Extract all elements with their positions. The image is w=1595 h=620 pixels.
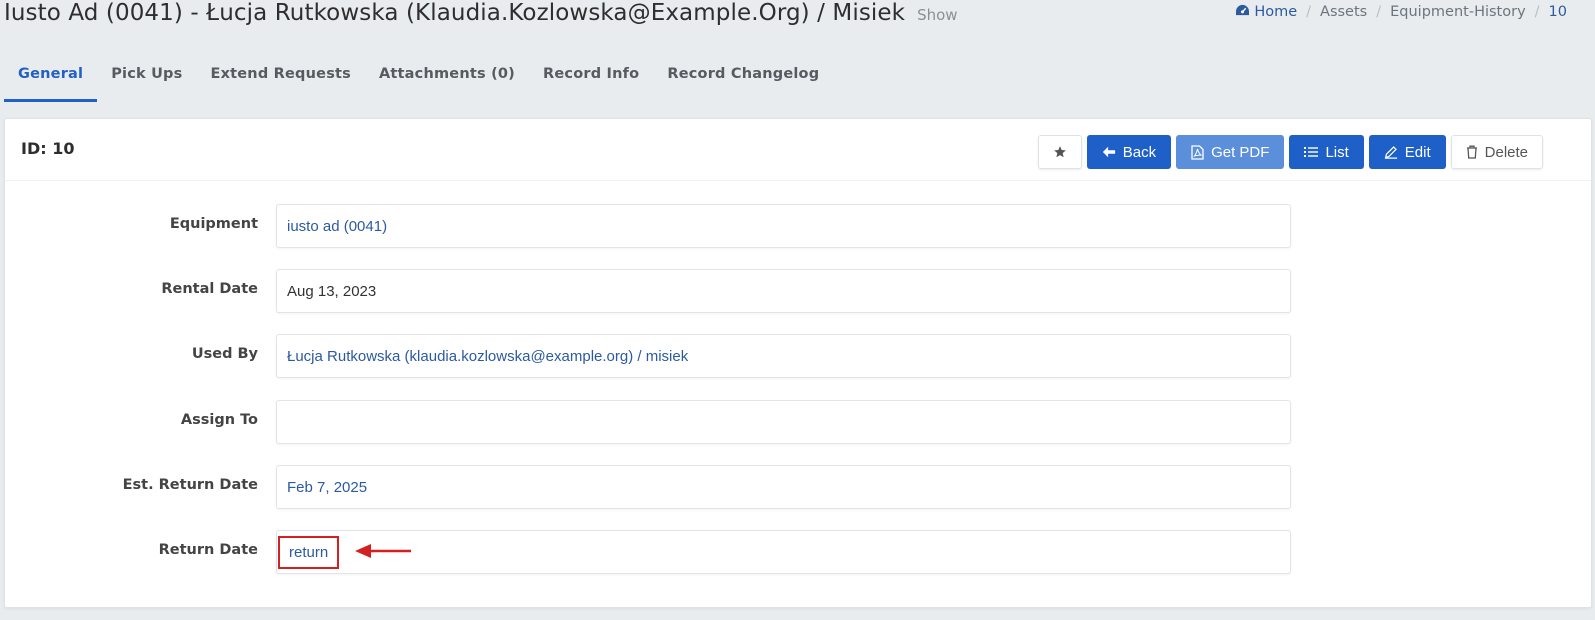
tab-attachments[interactable]: Attachments (0): [365, 54, 529, 102]
form-row-equipment: Equipment iusto ad (0041): [5, 204, 1593, 248]
trash-icon: [1466, 145, 1477, 159]
card-header: ID: 10 Back Get PDF List Edit Delete: [5, 119, 1591, 181]
breadcrumb-separator: /: [1376, 4, 1382, 20]
get-pdf-button[interactable]: Get PDF: [1176, 135, 1285, 169]
est-return-date-value: Feb 7, 2025: [287, 478, 368, 496]
breadcrumb-current[interactable]: 10: [1549, 4, 1567, 20]
delete-button-label: Delete: [1484, 143, 1528, 161]
form-row-assign-to: Assign To: [5, 400, 1593, 444]
page: Iusto Ad (0041) - Łucja Rutkowska (Klaud…: [0, 0, 1595, 620]
tab-general[interactable]: General: [4, 54, 98, 102]
form-row-used-by: Used By Łucja Rutkowska (klaudia.kozlows…: [5, 334, 1593, 378]
get-pdf-button-label: Get PDF: [1211, 143, 1270, 161]
delete-button[interactable]: Delete: [1450, 135, 1543, 169]
rental-date-field: Aug 13, 2023: [276, 269, 1291, 313]
record-card: ID: 10 Back Get PDF List Edit Delete Equ…: [4, 118, 1592, 608]
page-header: Iusto Ad (0041) - Łucja Rutkowska (Klaud…: [4, 0, 958, 34]
breadcrumb: Home / Assets / Equipment-History / 10: [1235, 4, 1567, 20]
tab-record-info[interactable]: Record Info: [529, 54, 653, 102]
form-row-rental-date: Rental Date Aug 13, 2023: [5, 269, 1593, 313]
field-label: Used By: [191, 346, 258, 362]
field-label: Rental Date: [161, 281, 258, 297]
equipment-link[interactable]: iusto ad (0041): [287, 218, 387, 235]
pdf-file-icon: [1191, 144, 1204, 160]
field-label: Est. Return Date: [122, 477, 258, 493]
record-id: ID: 10: [21, 139, 75, 158]
tab-pick-ups[interactable]: Pick Ups: [97, 54, 196, 102]
page-subtitle: Show: [917, 6, 958, 24]
edit-button[interactable]: Edit: [1368, 135, 1446, 169]
breadcrumb-separator: /: [1306, 4, 1312, 20]
tab-record-changelog[interactable]: Record Changelog: [653, 54, 833, 102]
field-label: Assign To: [180, 412, 258, 428]
tab-extend-requests[interactable]: Extend Requests: [196, 54, 365, 102]
pencil-icon: [1384, 146, 1397, 159]
breadcrumb-assets[interactable]: Assets: [1320, 4, 1367, 20]
tab-bar: General Pick Ups Extend Requests Attachm…: [4, 54, 833, 102]
breadcrumb-home[interactable]: Home: [1235, 4, 1297, 20]
equipment-field: iusto ad (0041): [276, 204, 1291, 248]
back-button[interactable]: Back: [1086, 135, 1172, 169]
arrow-left-icon: [1102, 146, 1115, 158]
favorite-button[interactable]: [1037, 135, 1082, 169]
field-label: Return Date: [158, 542, 258, 558]
assign-to-field: [276, 400, 1291, 444]
rental-date-value: Aug 13, 2023: [287, 282, 377, 300]
est-return-date-field: Feb 7, 2025: [276, 465, 1291, 509]
list-button-label: List: [1325, 143, 1349, 161]
breadcrumb-separator: /: [1534, 4, 1540, 20]
breadcrumb-equipment-history[interactable]: Equipment-History: [1390, 4, 1526, 20]
form-row-return-date: Return Date return: [5, 530, 1593, 574]
list-icon: [1304, 147, 1319, 157]
dashboard-icon: [1236, 4, 1250, 16]
return-date-field: return: [276, 530, 1291, 574]
edit-button-label: Edit: [1404, 143, 1431, 161]
action-toolbar: Back Get PDF List Edit Delete: [1037, 135, 1543, 169]
form-row-est-return-date: Est. Return Date Feb 7, 2025: [5, 465, 1593, 509]
arrow-left-icon: [355, 544, 411, 558]
field-label: Equipment: [169, 216, 258, 232]
return-date-value[interactable]: return: [278, 535, 340, 569]
used-by-field: Łucja Rutkowska (klaudia.kozlowska@examp…: [276, 334, 1291, 378]
star-icon: [1053, 146, 1066, 158]
page-title: Iusto Ad (0041) - Łucja Rutkowska (Klaud…: [4, 0, 906, 26]
list-button[interactable]: List: [1289, 135, 1364, 169]
used-by-link[interactable]: Łucja Rutkowska (klaudia.kozlowska@examp…: [287, 348, 688, 365]
breadcrumb-home-label: Home: [1254, 4, 1298, 20]
back-button-label: Back: [1122, 143, 1157, 161]
